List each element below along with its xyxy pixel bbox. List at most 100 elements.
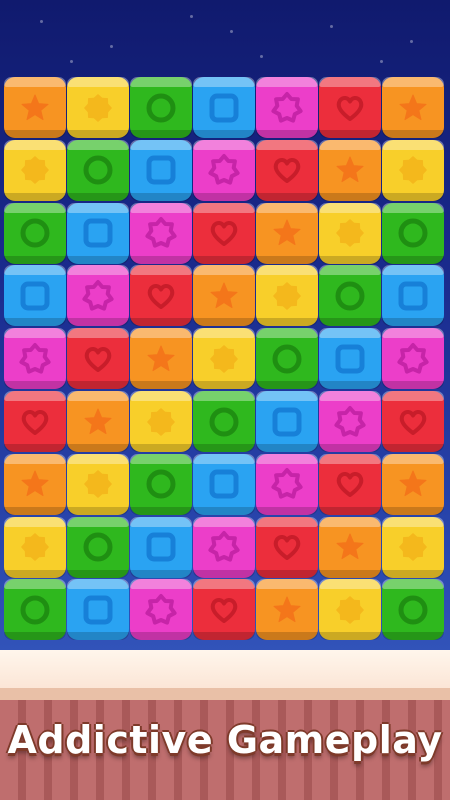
tile-green-circle[interactable] bbox=[256, 328, 318, 390]
tile-highlight bbox=[67, 453, 129, 464]
tile-yellow-sun[interactable] bbox=[4, 139, 66, 201]
tile-green-circle[interactable] bbox=[382, 202, 444, 264]
tile-highlight bbox=[256, 516, 318, 527]
tile-red-heart[interactable] bbox=[4, 391, 66, 452]
tile-shadow bbox=[319, 130, 381, 138]
star-icon bbox=[333, 530, 367, 564]
badge-icon bbox=[144, 593, 178, 627]
tile-green-circle[interactable] bbox=[130, 453, 192, 515]
tile-orange-star[interactable] bbox=[4, 453, 66, 515]
tile-orange-star[interactable] bbox=[319, 139, 381, 201]
tile-yellow-sun[interactable] bbox=[319, 579, 381, 641]
tile-blue-square[interactable] bbox=[130, 139, 192, 201]
tile-yellow-sun[interactable] bbox=[382, 139, 444, 201]
tile-red-heart[interactable] bbox=[67, 328, 129, 390]
tile-red-heart[interactable] bbox=[319, 77, 381, 138]
tile-blue-square[interactable] bbox=[193, 77, 255, 138]
tile-shadow bbox=[67, 632, 129, 641]
tile-shadow bbox=[130, 506, 192, 515]
tile-blue-square[interactable] bbox=[256, 391, 318, 452]
tile-pink-badge[interactable] bbox=[193, 516, 255, 578]
tile-pink-badge[interactable] bbox=[256, 453, 318, 515]
tile-green-circle[interactable] bbox=[319, 265, 381, 327]
tile-highlight bbox=[382, 516, 444, 527]
tile-highlight bbox=[130, 265, 192, 276]
tile-green-circle[interactable] bbox=[4, 202, 66, 264]
star-icon bbox=[270, 593, 304, 627]
tile-yellow-sun[interactable] bbox=[4, 516, 66, 578]
tile-orange-star[interactable] bbox=[319, 516, 381, 578]
sky-star bbox=[110, 45, 113, 48]
star-icon bbox=[81, 405, 115, 439]
tile-yellow-sun[interactable] bbox=[193, 328, 255, 390]
tile-yellow-sun[interactable] bbox=[256, 265, 318, 327]
tile-green-circle[interactable] bbox=[67, 139, 129, 201]
circle-icon bbox=[207, 405, 241, 439]
circle-icon bbox=[270, 342, 304, 376]
tile-shadow bbox=[67, 569, 129, 578]
tile-blue-square[interactable] bbox=[319, 328, 381, 390]
circle-icon bbox=[396, 216, 430, 250]
tile-pink-badge[interactable] bbox=[319, 391, 381, 452]
tile-red-heart[interactable] bbox=[193, 202, 255, 264]
game-board bbox=[4, 77, 446, 646]
tile-shadow bbox=[256, 632, 318, 641]
tile-red-heart[interactable] bbox=[319, 453, 381, 515]
tile-blue-square[interactable] bbox=[382, 265, 444, 327]
tile-red-heart[interactable] bbox=[193, 579, 255, 641]
tile-shadow bbox=[130, 381, 192, 390]
tile-yellow-sun[interactable] bbox=[382, 516, 444, 578]
tile-shadow bbox=[193, 255, 255, 264]
tile-orange-star[interactable] bbox=[382, 77, 444, 138]
tile-shadow bbox=[130, 444, 192, 452]
tile-pink-badge[interactable] bbox=[382, 328, 444, 390]
tile-red-heart[interactable] bbox=[130, 265, 192, 327]
tile-yellow-sun[interactable] bbox=[319, 202, 381, 264]
tile-pink-badge[interactable] bbox=[256, 77, 318, 138]
tile-orange-star[interactable] bbox=[193, 265, 255, 327]
tile-blue-square[interactable] bbox=[130, 516, 192, 578]
square-icon bbox=[396, 279, 430, 313]
tile-green-circle[interactable] bbox=[193, 391, 255, 452]
tile-pink-badge[interactable] bbox=[193, 139, 255, 201]
circle-icon bbox=[18, 593, 52, 627]
tile-pink-badge[interactable] bbox=[130, 202, 192, 264]
badge-icon bbox=[144, 216, 178, 250]
sky-star bbox=[70, 60, 73, 63]
tile-green-circle[interactable] bbox=[382, 579, 444, 641]
tile-red-heart[interactable] bbox=[256, 139, 318, 201]
tile-pink-badge[interactable] bbox=[130, 579, 192, 641]
tile-red-heart[interactable] bbox=[256, 516, 318, 578]
tile-red-heart[interactable] bbox=[382, 391, 444, 452]
tile-shadow bbox=[4, 632, 66, 641]
sun-icon bbox=[18, 530, 52, 564]
tile-orange-star[interactable] bbox=[130, 328, 192, 390]
tile-blue-square[interactable] bbox=[4, 265, 66, 327]
square-icon bbox=[207, 91, 241, 125]
tile-green-circle[interactable] bbox=[67, 516, 129, 578]
tile-blue-square[interactable] bbox=[67, 202, 129, 264]
tile-blue-square[interactable] bbox=[193, 453, 255, 515]
tile-green-circle[interactable] bbox=[130, 77, 192, 138]
tile-orange-star[interactable] bbox=[4, 77, 66, 138]
tile-highlight bbox=[319, 77, 381, 87]
tile-pink-badge[interactable] bbox=[67, 265, 129, 327]
tile-pink-badge[interactable] bbox=[4, 328, 66, 390]
tile-blue-square[interactable] bbox=[67, 579, 129, 641]
sky-star bbox=[380, 60, 383, 63]
tile-orange-star[interactable] bbox=[67, 391, 129, 452]
tile-yellow-sun[interactable] bbox=[67, 453, 129, 515]
tile-yellow-sun[interactable] bbox=[130, 391, 192, 452]
tile-shadow bbox=[382, 192, 444, 201]
tile-shadow bbox=[382, 506, 444, 515]
tile-green-circle[interactable] bbox=[4, 579, 66, 641]
tile-highlight bbox=[382, 453, 444, 464]
tile-shadow bbox=[67, 255, 129, 264]
tile-highlight bbox=[382, 77, 444, 87]
tile-orange-star[interactable] bbox=[256, 579, 318, 641]
tile-highlight bbox=[67, 265, 129, 276]
tile-orange-star[interactable] bbox=[256, 202, 318, 264]
tile-orange-star[interactable] bbox=[382, 453, 444, 515]
square-icon bbox=[144, 530, 178, 564]
tile-yellow-sun[interactable] bbox=[67, 77, 129, 138]
